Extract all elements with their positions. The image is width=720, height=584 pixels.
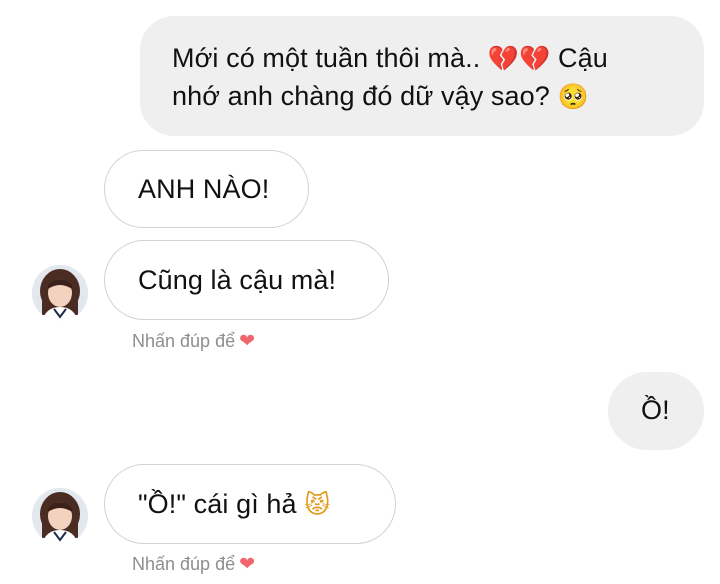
- avatar-image: [32, 265, 88, 321]
- heart-icon: ❤: [239, 553, 256, 575]
- incoming-message-bubble[interactable]: ANH NÀO!: [104, 150, 309, 228]
- double-tap-hint: Nhấn đúp để ❤: [132, 553, 255, 575]
- chat-thread: Mới có một tuần thôi mà.. 💔💔 Cậu nhớ anh…: [0, 0, 720, 584]
- contact-avatar[interactable]: [32, 488, 88, 544]
- contact-avatar[interactable]: [32, 265, 88, 321]
- incoming-message-bubble[interactable]: Cũng là cậu mà!: [104, 240, 389, 320]
- outgoing-message-bubble[interactable]: Mới có một tuần thôi mà.. 💔💔 Cậu nhớ anh…: [140, 16, 704, 136]
- pleading-face-icon: 🥺: [557, 82, 589, 111]
- broken-heart-icon: 💔💔: [487, 44, 551, 73]
- message-text: Ồ!: [641, 395, 670, 425]
- message-line: Mới có một tuần thôi mà.. 💔💔 Cậu: [172, 39, 680, 77]
- outgoing-message-bubble[interactable]: Ồ!: [608, 372, 704, 450]
- message-text: "Ồ!" cái gì hả: [138, 489, 305, 519]
- message-text: nhớ anh chàng đó dữ vậy sao?: [172, 81, 558, 111]
- message-text: Cũng là cậu mà!: [138, 265, 337, 295]
- message-text: Cậu: [550, 43, 608, 73]
- message-text: Mới có một tuần thôi mà..: [172, 43, 488, 73]
- heart-icon: ❤: [239, 330, 256, 352]
- message-text: ANH NÀO!: [138, 174, 270, 204]
- message-line: nhớ anh chàng đó dữ vậy sao? 🥺: [172, 77, 680, 115]
- double-tap-hint: Nhấn đúp để ❤: [132, 330, 255, 352]
- incoming-message-bubble[interactable]: "Ồ!" cái gì hả 😾: [104, 464, 396, 544]
- hint-label: Nhấn đúp để: [132, 331, 236, 351]
- avatar-image: [32, 488, 88, 544]
- hint-label: Nhấn đúp để: [132, 554, 236, 574]
- pouting-cat-icon: 😾: [304, 490, 331, 519]
